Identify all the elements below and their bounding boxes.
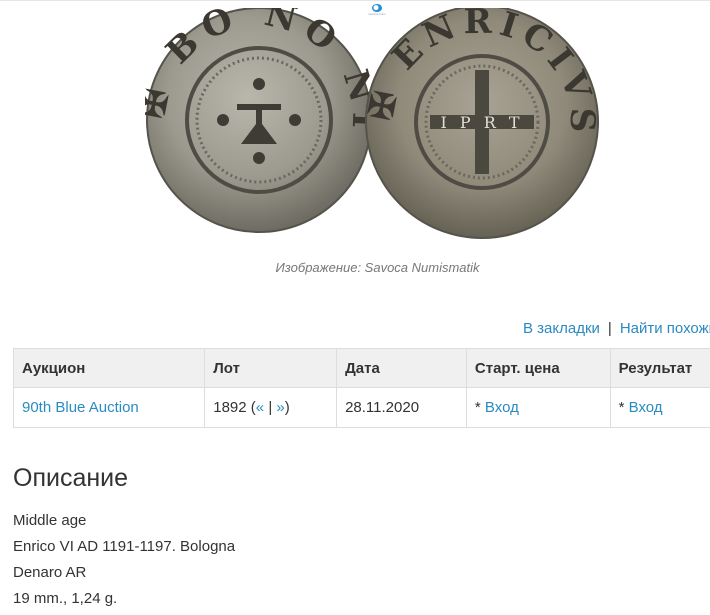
start-price-asterisk: * bbox=[474, 399, 481, 416]
next-lot-link[interactable]: » bbox=[276, 399, 284, 416]
find-similar-link[interactable]: Найти похожие bbox=[620, 320, 710, 337]
start-price-cell: * Вход bbox=[465, 387, 611, 428]
reverse-center-letters: I P R T bbox=[440, 113, 523, 132]
description-list: Middle age Enrico VI AD 1191-1197. Bolog… bbox=[13, 511, 235, 615]
auction-link[interactable]: 90th Blue Auction bbox=[22, 399, 139, 416]
prev-lot-link[interactable]: « bbox=[256, 399, 264, 416]
description-line: Denaro AR bbox=[13, 564, 87, 581]
description-title: Описание bbox=[13, 464, 129, 492]
coin-reverse: I P R T ✠ ENRICIVS bbox=[361, 8, 599, 239]
image-caption: Изображение: Savoca Numismatik bbox=[275, 260, 480, 275]
description-line: 19 mm., 1,24 g. bbox=[13, 590, 118, 607]
coin-obverse: ✠ BO NO NI bbox=[145, 8, 376, 233]
coin-image[interactable]: ✠ BO NO NI I P R T ✠ ENRICIVS bbox=[145, 8, 625, 248]
table-row: 90th Blue Auction 1892 (« | ») 28.11.202… bbox=[12, 387, 710, 428]
column-header-lot: Лот bbox=[204, 348, 338, 388]
description-line: Middle age bbox=[13, 512, 87, 529]
auction-table: Аукцион Лот Дата Старт. цена Результат 9… bbox=[12, 348, 710, 428]
start-price-login-link[interactable]: Вход bbox=[485, 399, 519, 416]
lot-cell: 1892 (« | ») bbox=[204, 387, 338, 428]
top-divider bbox=[0, 0, 710, 1]
bookmark-link[interactable]: В закладки bbox=[523, 320, 600, 337]
column-header-auction: Аукцион bbox=[12, 348, 206, 388]
lot-number: 1892 bbox=[213, 399, 247, 416]
lot-nav-separator: | bbox=[268, 399, 273, 416]
table-header-row: Аукцион Лот Дата Старт. цена Результат bbox=[12, 348, 710, 388]
column-header-result: Результат bbox=[609, 348, 710, 388]
result-asterisk: * bbox=[618, 399, 625, 416]
column-header-start-price: Старт. цена bbox=[465, 348, 611, 388]
date-cell: 28.11.2020 bbox=[336, 387, 467, 428]
action-links: В закладки | Найти похожие bbox=[523, 320, 710, 337]
result-cell: * Вход bbox=[609, 387, 710, 428]
action-separator: | bbox=[607, 320, 612, 337]
auction-cell: 90th Blue Auction bbox=[12, 387, 206, 428]
column-header-date: Дата bbox=[336, 348, 467, 388]
result-login-link[interactable]: Вход bbox=[629, 399, 663, 416]
description-line: Enrico VI AD 1191-1197. Bologna bbox=[13, 538, 236, 555]
